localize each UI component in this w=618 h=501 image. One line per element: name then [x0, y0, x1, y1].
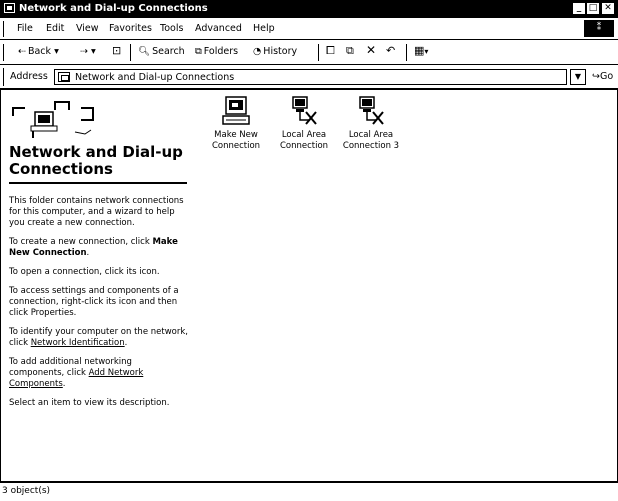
forward-dropdown-icon[interactable]: ▾	[91, 46, 96, 57]
copy-to-button[interactable]: ⧉	[346, 44, 354, 58]
go-arrow-icon: ↪	[592, 71, 600, 82]
history-button[interactable]: ◔ History	[253, 46, 297, 57]
menu-favorites[interactable]: Favorites	[109, 23, 152, 34]
pane-description: This folder contains network connections…	[9, 196, 189, 417]
back-arrow-icon: ⇠	[18, 46, 26, 57]
menu-view[interactable]: View	[76, 23, 99, 34]
item-label: Local Area Connection 3	[342, 130, 400, 151]
menu-advanced[interactable]: Advanced	[195, 23, 242, 34]
item-label: Make New Connection	[211, 130, 261, 151]
description-properties: To access settings and components of a c…	[9, 286, 179, 318]
toolbar-separator	[406, 44, 407, 61]
explorer-window: Network and Dial-up Connections _ □ ✕ Fi…	[0, 0, 618, 501]
menu-file[interactable]: File	[17, 23, 33, 34]
up-folder-button[interactable]: ⊡	[112, 44, 121, 57]
description-identify: To identify your computer on the network…	[9, 327, 188, 348]
copy-to-icon: ⧉	[346, 44, 354, 57]
title-bar[interactable]: Network and Dial-up Connections _ □ ✕	[0, 0, 618, 18]
folders-button[interactable]: ⧉ Folders	[195, 46, 238, 57]
local-area-connection-icon	[359, 96, 384, 125]
undo-button[interactable]: ↶	[386, 44, 395, 57]
views-button[interactable]: ▦▾	[414, 44, 428, 57]
windows-logo-icon: ⁑	[584, 20, 614, 37]
description-create: To create a new connection, click Make N…	[9, 237, 178, 258]
forward-arrow-icon: ⇢	[80, 46, 88, 57]
chevron-down-icon: ▼	[574, 72, 582, 81]
folders-icon: ⧉	[195, 46, 202, 57]
folder-content[interactable]: Network and Dial-up Connections This fol…	[0, 89, 618, 482]
address-grip[interactable]	[3, 68, 6, 86]
views-dropdown-icon[interactable]: ▾	[424, 47, 428, 56]
move-to-icon: ⧠	[326, 44, 335, 57]
pane-title: Network and Dial-up Connections	[9, 143, 183, 178]
back-dropdown-icon[interactable]: ▾	[54, 46, 59, 57]
minimize-button[interactable]: _	[572, 2, 586, 15]
views-icon: ▦	[414, 44, 425, 57]
menu-tools[interactable]: Tools	[160, 23, 183, 34]
window-icon[interactable]	[4, 3, 15, 13]
description-add: To add additional networking components,…	[9, 357, 144, 389]
menu-bar: File Edit View Favorites Tools Advanced …	[0, 18, 618, 40]
address-dropdown-button[interactable]: ▼	[570, 69, 586, 85]
local-area-connection-3-item[interactable]: Local Area Connection 3	[339, 96, 403, 152]
up-folder-icon: ⊡	[112, 44, 122, 57]
toolbar-grip[interactable]	[3, 44, 6, 61]
toolbar-separator	[318, 44, 319, 61]
move-to-button[interactable]: ⧠	[326, 44, 335, 58]
local-area-connection-icon	[292, 96, 317, 125]
description-intro: This folder contains network connections…	[9, 196, 184, 228]
standard-toolbar: ⇠ Back ▾ ⇢ ▾ ⊡ 🔍︎ Search ⧉ Folders ◔ History…	[0, 40, 618, 65]
webview-pane: Network and Dial-up Connections This fol…	[9, 96, 189, 481]
close-button[interactable]: ✕	[601, 2, 615, 15]
address-input[interactable]: Network and Dial-up Connections	[54, 69, 567, 85]
status-text: 3 object(s)	[2, 486, 51, 496]
make-new-connection-icon	[222, 96, 250, 125]
local-area-connection-item[interactable]: Local Area Connection	[272, 96, 336, 152]
maximize-button[interactable]: □	[586, 2, 600, 15]
status-bar: 3 object(s)	[0, 482, 618, 501]
search-icon: 🔍︎	[138, 46, 151, 57]
go-button[interactable]: ↪Go	[592, 71, 613, 82]
menu-grip[interactable]	[3, 21, 6, 37]
history-icon: ◔	[253, 46, 262, 57]
description-select: Select an item to view its description.	[9, 398, 170, 408]
search-button[interactable]: 🔍︎ Search	[138, 46, 185, 57]
item-label: Local Area Connection	[279, 130, 329, 151]
undo-icon: ↶	[386, 44, 396, 57]
back-button[interactable]: ⇠ Back ▾	[18, 46, 59, 57]
make-new-connection-item[interactable]: Make New Connection	[204, 96, 268, 152]
menu-edit[interactable]: Edit	[46, 23, 64, 34]
pane-title-divider	[9, 182, 187, 184]
description-open: To open a connection, click its icon.	[9, 267, 160, 277]
delete-button[interactable]: ✕	[366, 43, 376, 57]
window-title: Network and Dial-up Connections	[19, 3, 208, 14]
menu-help[interactable]: Help	[253, 23, 275, 34]
address-bar: Address Network and Dial-up Connections …	[0, 65, 618, 89]
network-identification-link[interactable]: Network Identification	[31, 338, 125, 348]
network-folder-icon	[58, 72, 70, 82]
toolbar-separator	[130, 44, 131, 61]
delete-icon: ✕	[366, 43, 377, 57]
network-connections-header-icon	[12, 101, 94, 138]
address-value: Network and Dial-up Connections	[75, 72, 235, 83]
address-label: Address	[10, 71, 48, 82]
forward-button[interactable]: ⇢ ▾	[80, 46, 96, 57]
